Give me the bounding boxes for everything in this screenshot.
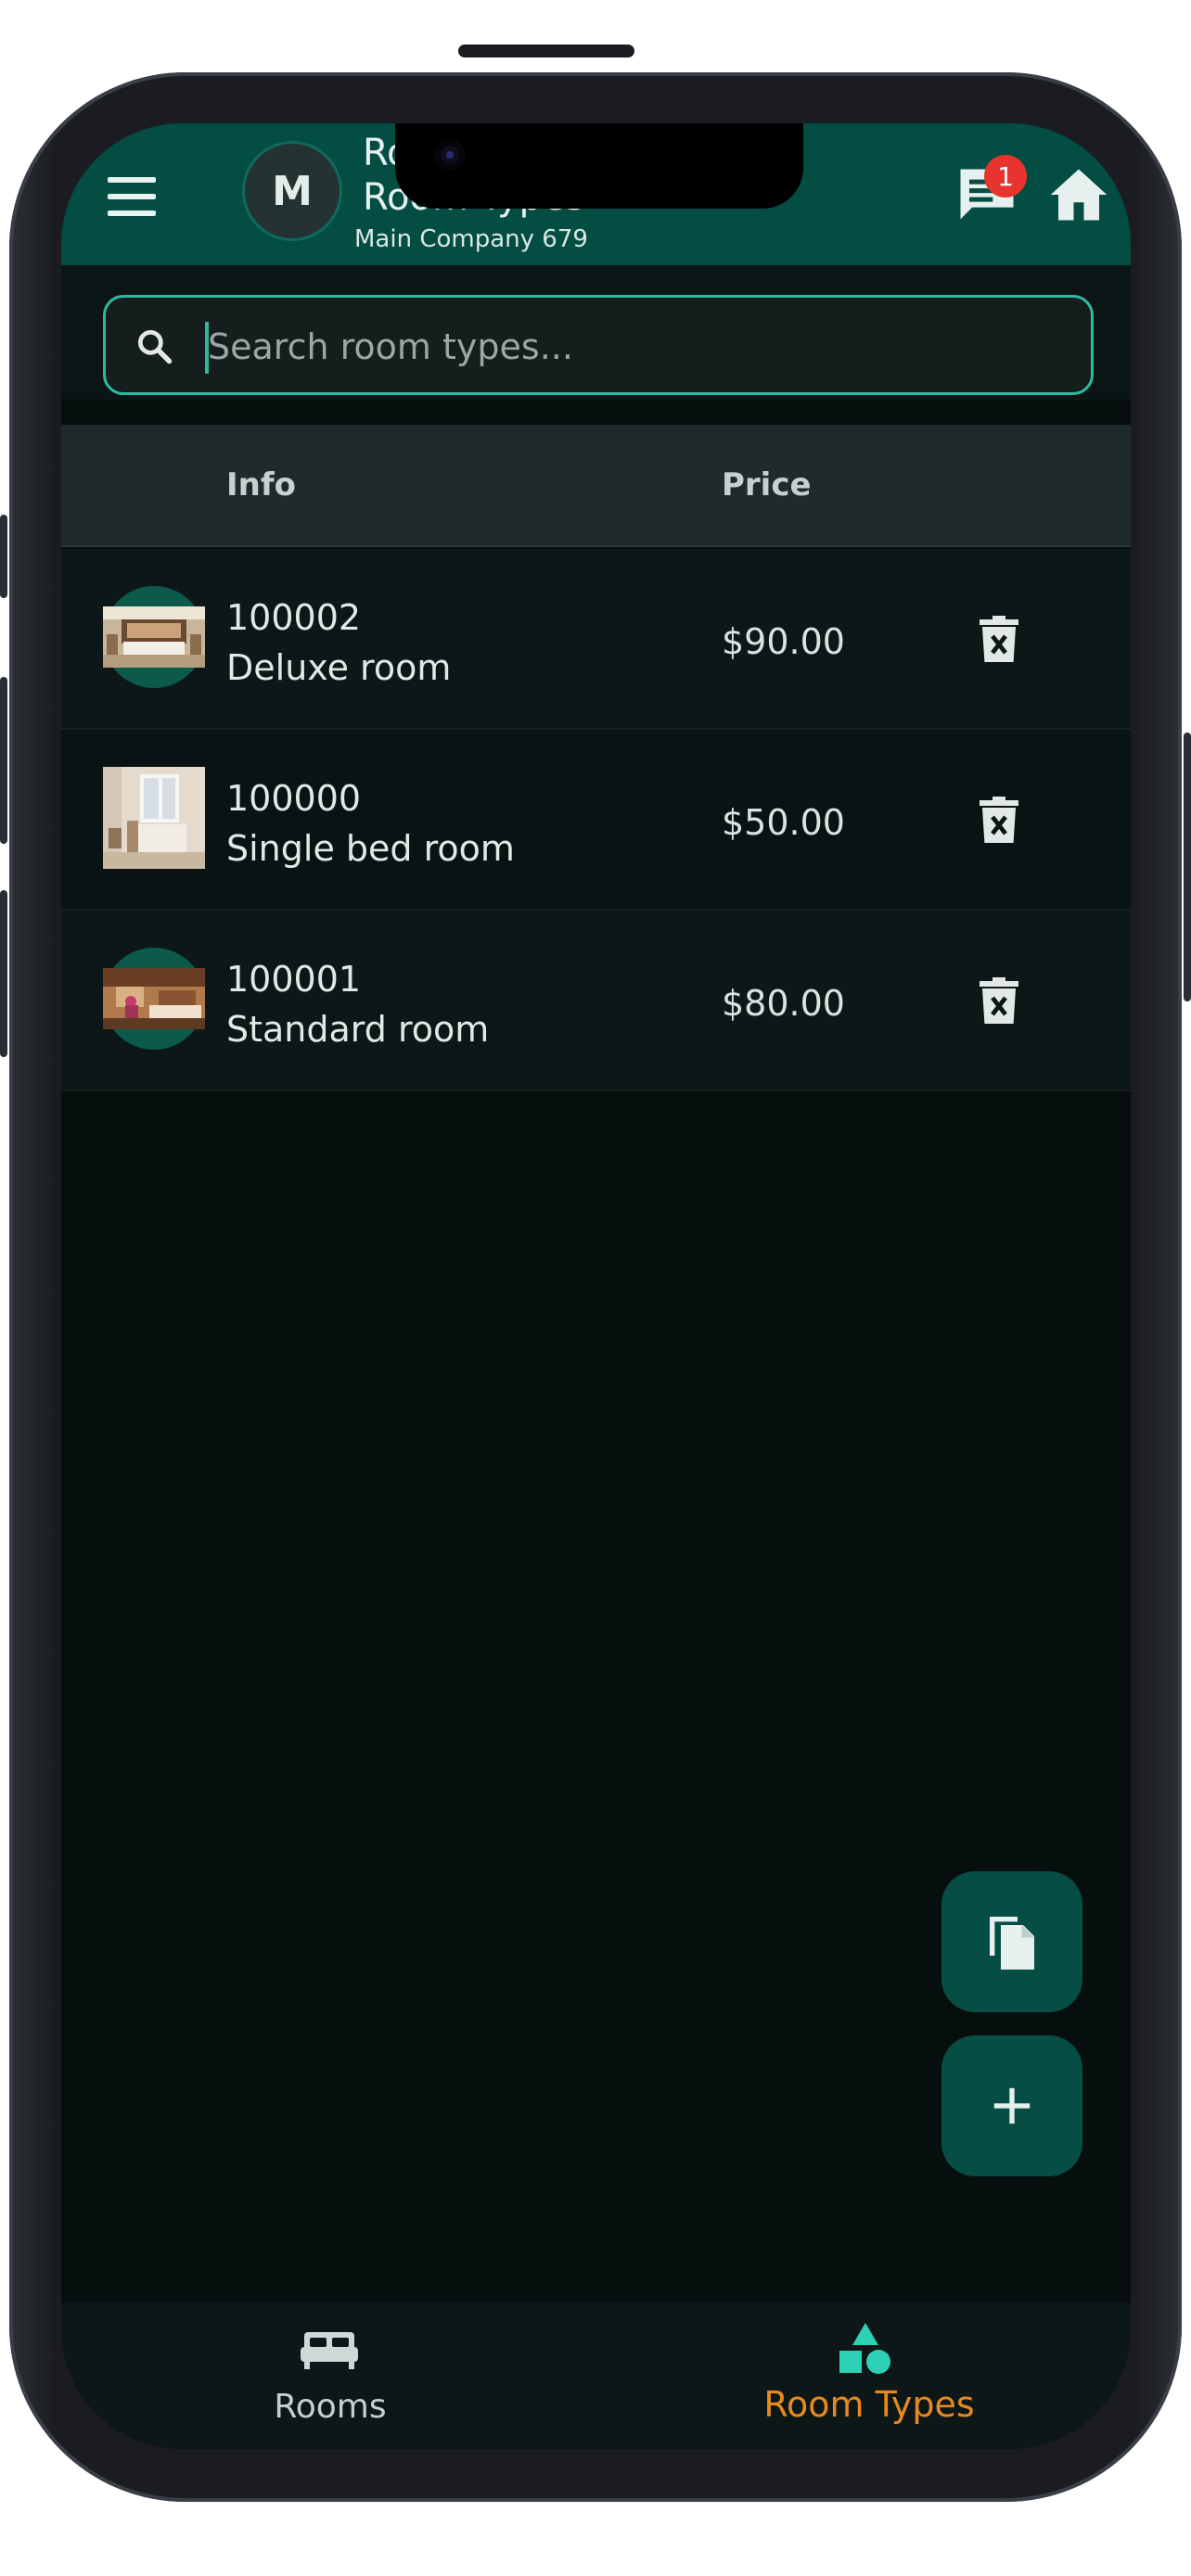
trash-icon — [980, 977, 1018, 1024]
room-type-name: Deluxe room — [226, 647, 452, 688]
volume-up-button — [0, 677, 7, 844]
table-row[interactable]: 100000 Single bed room $50.00 — [61, 730, 1131, 911]
side-button — [0, 515, 7, 598]
search-input[interactable] — [208, 320, 1043, 374]
shapes-icon — [839, 2323, 890, 2374]
app-screen: M Ro Room Types Main Company 679 1 — [61, 123, 1131, 2449]
room-type-price: $50.00 — [722, 802, 845, 843]
tab-rooms[interactable]: Rooms — [182, 2302, 479, 2449]
room-thumbnail — [103, 606, 205, 668]
column-header-info: Info — [226, 466, 297, 504]
bed-icon — [301, 2332, 358, 2369]
delete-button[interactable] — [978, 616, 1020, 664]
trash-icon — [980, 797, 1018, 843]
search-field[interactable] — [103, 295, 1094, 395]
home-button[interactable] — [1048, 164, 1109, 225]
front-camera — [434, 139, 466, 171]
earpiece-speaker — [458, 45, 634, 57]
copy-room-types-button[interactable] — [941, 1871, 1082, 2012]
menu-icon[interactable] — [108, 177, 156, 216]
room-type-price: $90.00 — [722, 621, 845, 662]
tab-rooms-label: Rooms — [274, 2388, 387, 2426]
tab-room-types[interactable]: Room Types — [721, 2302, 1018, 2449]
room-type-code: 100000 — [226, 778, 362, 819]
room-thumbnail — [103, 767, 205, 869]
trash-icon — [980, 616, 1018, 662]
room-type-code: 100002 — [226, 597, 362, 638]
room-type-name: Standard room — [226, 1009, 490, 1050]
volume-down-button — [0, 890, 7, 1057]
tab-room-types-label: Room Types — [763, 2384, 975, 2425]
company-name: Main Company 679 — [354, 225, 588, 253]
power-button — [1184, 733, 1191, 1001]
column-header-price: Price — [722, 466, 812, 504]
table-row[interactable]: 100001 Standard room $80.00 — [61, 911, 1131, 1091]
room-thumbnail — [103, 968, 205, 1029]
avatar-letter: M — [272, 167, 313, 215]
text-cursor — [205, 322, 209, 374]
add-room-type-button[interactable] — [941, 2035, 1082, 2176]
room-type-name: Single bed room — [226, 828, 515, 869]
delete-button[interactable] — [978, 797, 1020, 845]
plus-icon — [993, 2087, 1031, 2124]
search-icon — [137, 329, 173, 364]
table-header: Info Price — [61, 425, 1131, 547]
search-bar — [61, 265, 1131, 400]
table-row[interactable]: 100002 Deluxe room $90.00 — [61, 549, 1131, 730]
bottom-navigation: Rooms Room Types — [61, 2302, 1131, 2449]
home-icon — [1050, 169, 1108, 221]
copy-icon — [990, 1917, 1034, 1970]
room-type-code: 100001 — [226, 959, 362, 1000]
room-type-price: $80.00 — [722, 983, 845, 1024]
company-avatar[interactable]: M — [242, 141, 342, 241]
notification-badge: 1 — [984, 155, 1027, 198]
delete-button[interactable] — [978, 977, 1020, 1026]
